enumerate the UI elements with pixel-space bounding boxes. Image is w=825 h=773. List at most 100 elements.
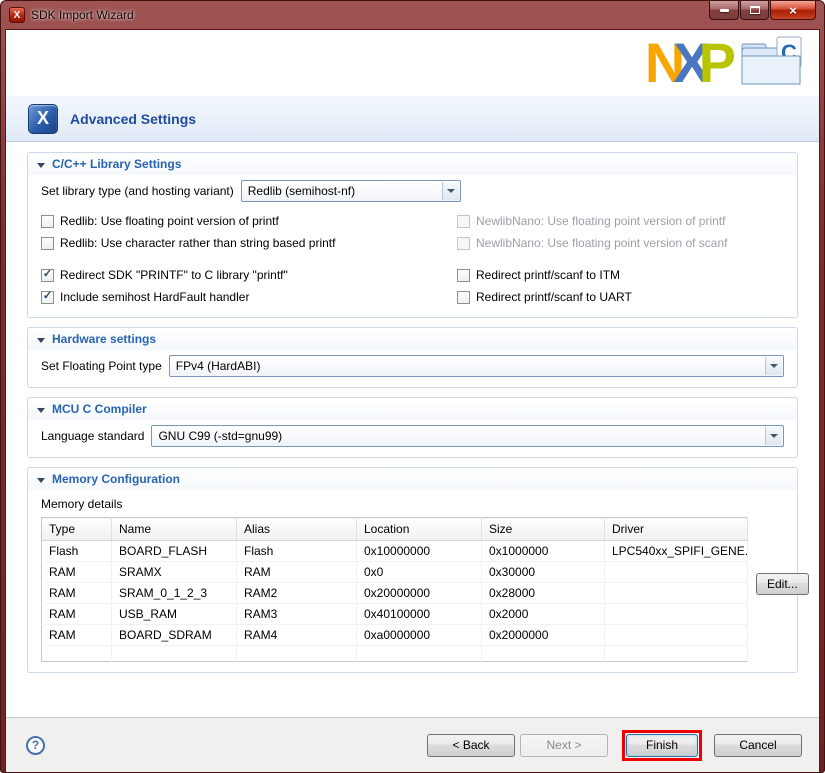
col-name[interactable]: Name [112, 518, 237, 541]
cell: 0x28000 [482, 583, 605, 604]
library-type-label: Set library type (and hosting variant) [41, 184, 234, 198]
checkbox-box: ✓ [41, 269, 54, 282]
banner: N X P C [6, 30, 819, 96]
cell: 0x40100000 [357, 604, 482, 625]
cell: BOARD_FLASH [112, 541, 237, 562]
cell: RAM2 [237, 583, 357, 604]
checkbox-redirect-sdk-printf[interactable]: ✓ Redirect SDK "PRINTF" to C library "pr… [41, 265, 457, 285]
collapse-icon [37, 163, 45, 168]
col-type[interactable]: Type [42, 518, 112, 541]
section-toggle-memory-configuration[interactable]: Memory Configuration [28, 468, 797, 490]
nxp-logo: N X P [645, 35, 733, 91]
chevron-down-icon [765, 427, 782, 445]
memory-table[interactable]: Type Name Alias Location Size Driver [41, 517, 748, 662]
section-title: MCU C Compiler [52, 402, 147, 416]
memory-row[interactable]: RAM SRAM_0_1_2_3 RAM2 0x20000000 0x28000 [42, 583, 748, 604]
chevron-down-icon [765, 357, 782, 375]
checkbox-box [457, 215, 470, 228]
cell: 0x2000 [482, 604, 605, 625]
cell: RAM [42, 604, 112, 625]
cell: Flash [237, 541, 357, 562]
checkbox-semihost-hardfault[interactable]: ✓ Include semihost HardFault handler [41, 287, 457, 307]
cell [605, 583, 748, 604]
app-icon[interactable]: X [9, 7, 25, 23]
minimize-button[interactable] [709, 1, 739, 20]
cell: 0x20000000 [357, 583, 482, 604]
floating-point-label: Set Floating Point type [41, 359, 162, 373]
help-button[interactable]: ? [26, 736, 45, 755]
section-hardware-settings: Hardware settings Set Floating Point typ… [27, 327, 798, 388]
finish-button[interactable]: Finish [626, 734, 698, 757]
checkbox-redlib-char-printf[interactable]: Redlib: Use character rather than string… [41, 233, 457, 253]
cell [605, 562, 748, 583]
checkbox-redirect-uart[interactable]: Redirect printf/scanf to UART [457, 287, 784, 307]
floating-point-select[interactable]: FPv4 (HardABI) [169, 355, 784, 377]
language-standard-select[interactable]: GNU C99 (-std=gnu99) [151, 425, 784, 447]
edit-button[interactable]: Edit... [756, 573, 809, 595]
sdk-folder-icon: C [739, 34, 809, 93]
cell: SRAMX [112, 562, 237, 583]
cell: RAM [42, 583, 112, 604]
checkbox-box [457, 237, 470, 250]
col-driver[interactable]: Driver [605, 518, 748, 541]
cell: Flash [42, 541, 112, 562]
memory-row[interactable]: RAM BOARD_SDRAM RAM4 0xa0000000 0x200000… [42, 625, 748, 646]
next-button[interactable]: Next > [520, 734, 608, 757]
cell: 0x1000000 [482, 541, 605, 562]
section-memory-configuration: Memory Configuration Memory details [27, 467, 798, 673]
window-title: SDK Import Wizard [31, 8, 134, 22]
memory-row-empty [42, 646, 748, 662]
checkbox-box [41, 215, 54, 228]
checkbox-newlibnano-fp-printf[interactable]: NewlibNano: Use floating point version o… [457, 211, 784, 231]
checkbox-redirect-itm[interactable]: Redirect printf/scanf to ITM [457, 265, 784, 285]
language-standard-value: GNU C99 (-std=gnu99) [158, 429, 282, 443]
cell: BOARD_SDRAM [112, 625, 237, 646]
cell [605, 625, 748, 646]
section-title: Memory Configuration [52, 472, 180, 486]
client-area: N X P C X Advanced Settings [5, 29, 820, 772]
checkbox-redlib-fp-printf[interactable]: Redlib: Use floating point version of pr… [41, 211, 457, 231]
cell: USB_RAM [112, 604, 237, 625]
close-button[interactable]: × [770, 1, 816, 20]
section-mcu-c-compiler: MCU C Compiler Language standard GNU C99… [27, 397, 798, 458]
chevron-down-icon [442, 182, 459, 200]
section-title: C/C++ Library Settings [52, 157, 181, 171]
section-title: Hardware settings [52, 332, 156, 346]
memory-table-header: Type Name Alias Location Size Driver [42, 518, 748, 541]
col-alias[interactable]: Alias [237, 518, 357, 541]
maximize-button[interactable] [740, 1, 769, 20]
cell: 0xa0000000 [357, 625, 482, 646]
sdk-import-wizard-window: X SDK Import Wizard × N X P C [0, 0, 825, 773]
page-header: X Advanced Settings [6, 96, 819, 142]
section-toggle-mcu-c-compiler[interactable]: MCU C Compiler [28, 398, 797, 420]
col-size[interactable]: Size [482, 518, 605, 541]
cell: LPC540xx_SPIFI_GENE... [605, 541, 748, 562]
collapse-icon [37, 408, 45, 413]
cancel-button[interactable]: Cancel [714, 734, 802, 757]
checkbox-box [457, 291, 470, 304]
spacer [41, 255, 784, 263]
memory-row[interactable]: RAM SRAMX RAM 0x0 0x30000 [42, 562, 748, 583]
memory-row[interactable]: RAM USB_RAM RAM3 0x40100000 0x2000 [42, 604, 748, 625]
cell: SRAM_0_1_2_3 [112, 583, 237, 604]
col-location[interactable]: Location [357, 518, 482, 541]
back-button[interactable]: < Back [427, 734, 515, 757]
library-type-select[interactable]: Redlib (semihost-nf) [241, 180, 461, 202]
nxp-letter-p: P [699, 35, 733, 91]
button-bar: ? < Back Next > Finish Cancel [6, 717, 819, 772]
collapse-icon [37, 338, 45, 343]
maximize-icon [750, 6, 760, 14]
cell: 0x30000 [482, 562, 605, 583]
cell: RAM3 [237, 604, 357, 625]
cell: RAM [42, 562, 112, 583]
memory-details-label: Memory details [41, 497, 784, 511]
memory-row[interactable]: Flash BOARD_FLASH Flash 0x10000000 0x100… [42, 541, 748, 562]
cell: RAM4 [237, 625, 357, 646]
cell [605, 604, 748, 625]
titlebar[interactable]: X SDK Import Wizard × [1, 1, 824, 29]
cell: RAM [237, 562, 357, 583]
cell: 0x10000000 [357, 541, 482, 562]
section-toggle-hardware-settings[interactable]: Hardware settings [28, 328, 797, 350]
checkbox-newlibnano-fp-scanf[interactable]: NewlibNano: Use floating point version o… [457, 233, 784, 253]
section-toggle-library-settings[interactable]: C/C++ Library Settings [28, 153, 797, 175]
